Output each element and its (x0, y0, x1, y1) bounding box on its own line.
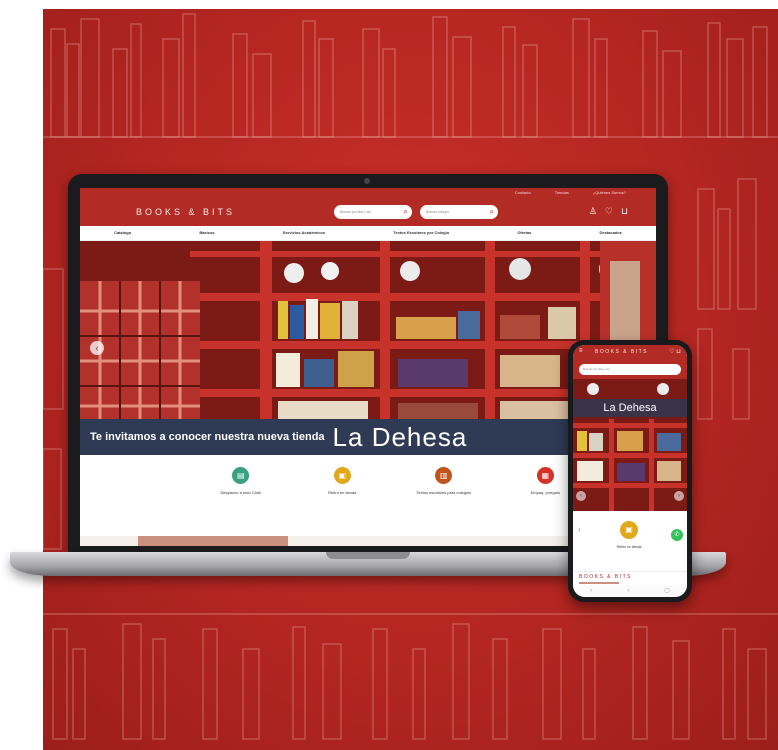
feature-label: Textos escolares para colegios (416, 490, 472, 495)
chevron-left-icon[interactable]: ‹ (578, 525, 581, 534)
phone-header: ≡ BOOKS & BITS ♡ ⊔ (573, 345, 687, 361)
search-input[interactable]: Buscar por libro, etc. ⌕ (334, 205, 412, 219)
feature-shipping[interactable]: ▤ Despacho a todo Chile (201, 467, 281, 527)
feature-school-texts[interactable]: ▥ Textos escolares para colegios (404, 467, 484, 527)
carousel-prev-button[interactable]: ‹ (90, 341, 104, 355)
book-icon: ▥ (435, 467, 453, 484)
feature-pickup[interactable]: ▣ Retiro en tienda (302, 467, 382, 527)
nav-item-servicios[interactable]: Servicios Académicos (283, 226, 325, 240)
phone-next-button[interactable]: › (674, 491, 684, 501)
phone-footer-image (579, 582, 619, 584)
phone-search-input[interactable]: Buscar por libro, etc. (579, 364, 681, 375)
feature-label: Despacho a todo Chile (220, 490, 261, 495)
main-nav: Catálogo Básicos Servicios Académicos Te… (80, 226, 656, 241)
phone-screen: ≡ BOOKS & BITS ♡ ⊔ Buscar por libro, etc… (573, 345, 687, 597)
search-placeholder: Buscar por libro, etc. (340, 210, 373, 214)
topbar-link-quienes-somos[interactable]: ¿Quiénes Somos? (593, 188, 626, 198)
store-icon: ▣ (333, 467, 351, 484)
laptop-notch (326, 552, 410, 559)
whatsapp-icon[interactable]: ✆ (671, 529, 683, 541)
topbar-link-contacto[interactable]: Contacto (515, 188, 531, 198)
nav-item-textos[interactable]: Textos Escolares por Colegio (393, 226, 449, 240)
webcam (364, 178, 370, 184)
banner-store-name: La Dehesa (332, 421, 468, 452)
phone-footer-logo: BOOKS & BITS (573, 571, 687, 586)
phone-mockup: ≡ BOOKS & BITS ♡ ⊔ Buscar por libro, etc… (568, 340, 692, 602)
header-icons: ♙ ♡ ⊔ (589, 206, 628, 217)
phone-search-bar: Buscar por libro, etc. (573, 361, 687, 379)
section-image (138, 536, 288, 546)
school-search-input[interactable]: Buscar colegio ⌕ (420, 205, 498, 219)
nav-item-ofertas[interactable]: Ofertas (517, 226, 531, 240)
phone-search-placeholder: Buscar por libro, etc. (583, 367, 611, 371)
feature-label: Empaq. p/regalo (530, 490, 560, 495)
phone-hero[interactable]: La Dehesa ‹ › (573, 379, 687, 511)
nav-item-destacados[interactable]: Destacados (599, 226, 621, 240)
truck-icon: ▤ (232, 467, 250, 484)
gift-icon: ▦ (536, 467, 554, 484)
nav-item-catalogo[interactable]: Catálogo (114, 226, 131, 240)
phone-feature-label: Retiro en tienda (616, 545, 642, 549)
user-icon[interactable]: ♙ (589, 206, 597, 217)
topbar-link-tiendas[interactable]: Tiendas (555, 188, 569, 198)
back-icon[interactable]: ‹ (590, 585, 592, 597)
top-link-bar: Contacto Tiendas ¿Quiénes Somos? (80, 188, 656, 198)
phone-logo[interactable]: BOOKS & BITS (595, 349, 648, 355)
phone-hero-title: La Dehesa (573, 399, 687, 417)
phone-prev-button[interactable]: ‹ (576, 491, 586, 501)
phone-bottom-nav: ‹ ○ ▢ (573, 585, 687, 597)
phone-feature[interactable]: ‹ ▣ Retiro en tienda ✆ (573, 511, 687, 571)
menu-icon[interactable]: ≡ (579, 348, 583, 354)
phone-footer-logo-text: BOOKS & BITS (579, 574, 633, 580)
feature-label: Retiro en tienda (328, 490, 357, 495)
school-search-placeholder: Buscar colegio (426, 210, 449, 214)
school-search-icon[interactable]: ⌕ (490, 205, 494, 219)
site-logo[interactable]: BOOKS & BITS (136, 207, 235, 217)
store-icon: ▣ (620, 521, 638, 539)
banner-text: Te invitamos a conocer nuestra nueva tie… (90, 431, 325, 443)
site-header: BOOKS & BITS Buscar por libro, etc. ⌕ Bu… (80, 198, 656, 226)
home-icon[interactable]: ○ (626, 585, 630, 597)
recent-apps-icon[interactable]: ▢ (664, 585, 670, 597)
search-icon[interactable]: ⌕ (404, 205, 408, 219)
cart-icon[interactable]: ⊔ (621, 206, 628, 217)
heart-icon[interactable]: ♡ (605, 206, 613, 217)
nav-item-basicos[interactable]: Básicos (199, 226, 214, 240)
phone-cart-icon[interactable]: ♡ ⊔ (669, 348, 681, 355)
